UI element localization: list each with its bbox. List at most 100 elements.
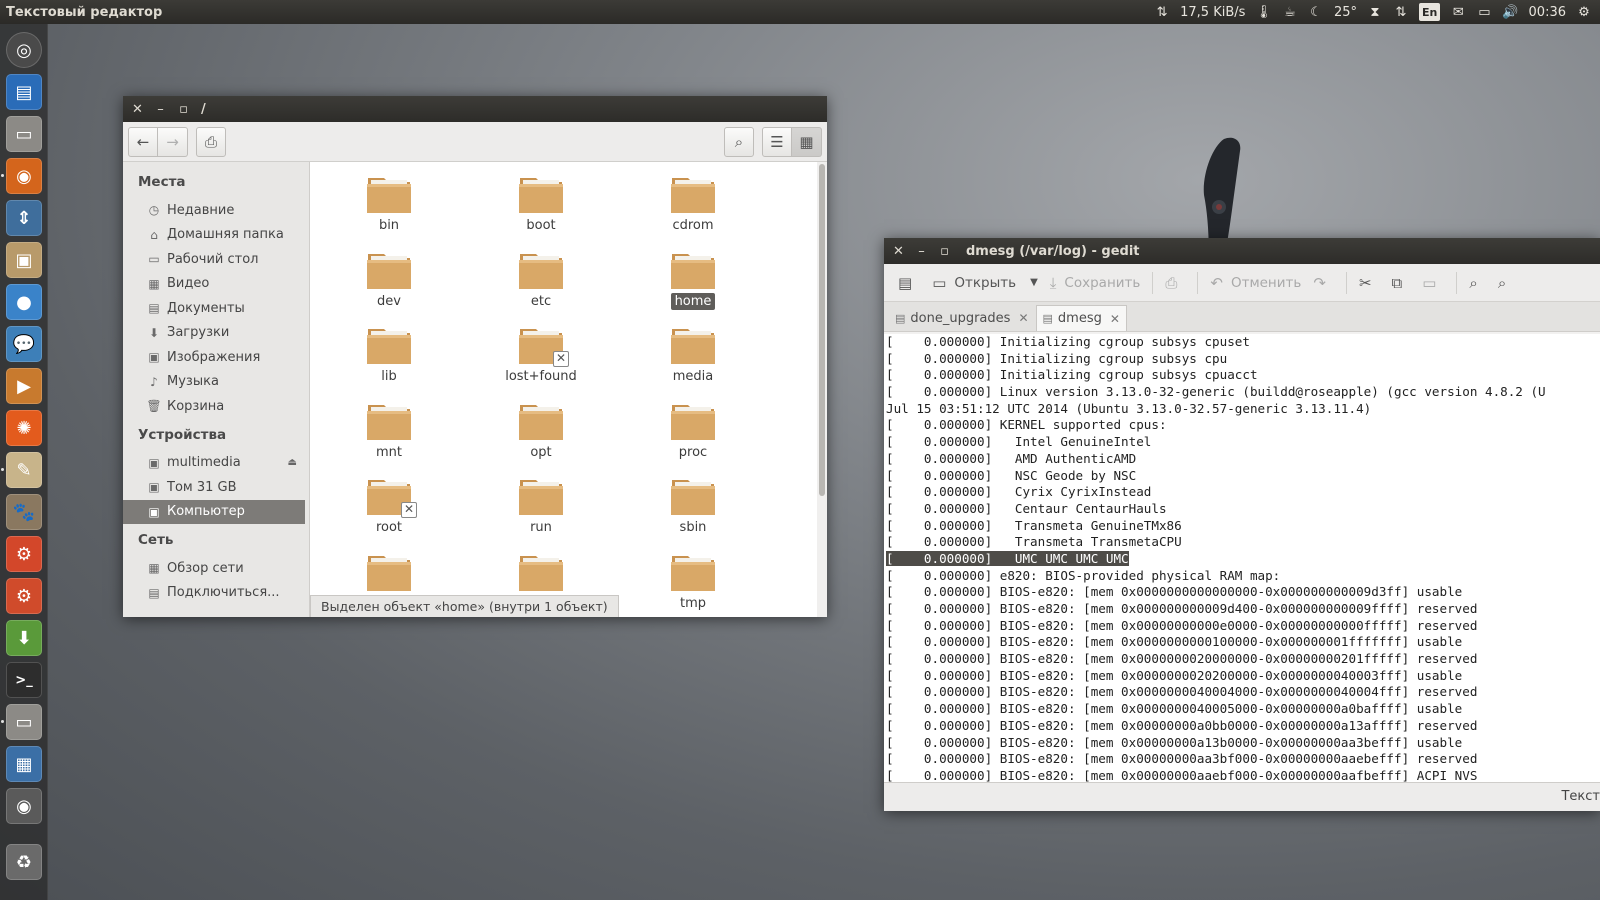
keyboard-layout-indicator[interactable]: En (1418, 3, 1441, 21)
minimize-icon[interactable]: – (149, 102, 172, 117)
disk-icon[interactable]: ◉ (6, 788, 42, 824)
folder-item[interactable]: opt (486, 393, 596, 467)
folder-item[interactable]: lib (334, 317, 444, 391)
folder-item[interactable]: mnt (334, 393, 444, 467)
close-icon[interactable]: ✕ (1018, 311, 1028, 325)
system-settings-icon[interactable]: ⚙ (6, 536, 42, 572)
maximize-icon[interactable]: ▫ (172, 102, 195, 117)
tab-done-upgrades[interactable]: ▤ done_upgrades ✕ (888, 305, 1036, 331)
folder-item[interactable]: dev (334, 242, 444, 316)
list-view-button[interactable]: ☰ (762, 126, 792, 157)
maximize-icon[interactable]: ▫ (933, 244, 956, 259)
folder-item[interactable]: cdrom (638, 166, 748, 240)
save-button[interactable]: ⤓ Сохранить (1044, 268, 1147, 298)
sidebar-item-desktop[interactable]: ▭ Рабочий стол (123, 247, 309, 272)
find-replace-button[interactable]: ⌕ (1492, 268, 1520, 298)
sidebar-item-trash[interactable]: 🗑 Корзина (123, 394, 309, 419)
folder-item[interactable]: etc (486, 242, 596, 316)
sidebar-item-computer[interactable]: ▣ Компьютер (123, 499, 305, 524)
workspaces-icon[interactable]: ▦ (6, 746, 42, 782)
mail-icon[interactable]: ✉ (1450, 3, 1466, 21)
tab-dmesg[interactable]: ▤ dmesg ✕ (1035, 305, 1127, 331)
sidebar-item-music[interactable]: ♪ Музыка (123, 370, 309, 395)
settings-icon[interactable]: ⚙ (6, 578, 42, 614)
gimp-icon[interactable]: 🐾 (6, 494, 42, 530)
sidebar-item-downloads[interactable]: ⬇ Загрузки (123, 321, 309, 346)
text-editor-icon[interactable]: ✎ (6, 452, 42, 488)
terminal-icon[interactable]: >_ (6, 662, 42, 698)
volume-icon[interactable]: 🔊 (1502, 3, 1518, 21)
redo-button[interactable]: ↷ (1307, 268, 1340, 298)
sidebar-item-pictures[interactable]: ▣ Изображения (123, 345, 309, 370)
sidebar-item-videos[interactable]: ▦ Видео (123, 272, 309, 297)
clock[interactable]: 00:36 (1529, 3, 1566, 21)
location-root-button[interactable]: ⎙ (196, 126, 226, 157)
sidebar-item-multimedia[interactable]: ▣ multimedia ⏏ (123, 451, 309, 476)
moon-weather-icon[interactable]: ☾ (1308, 3, 1324, 21)
clock-icon: ◷ (148, 203, 160, 218)
find-button[interactable]: ⌕ (1463, 268, 1491, 298)
media-player-icon[interactable]: ▶ (6, 368, 42, 404)
dash-home-icon[interactable]: ◎ (6, 32, 42, 68)
paste-button[interactable]: ▭ (1416, 268, 1450, 298)
compass-icon[interactable]: ✺ (6, 410, 42, 446)
print-button[interactable]: ⎙ (1159, 268, 1191, 298)
network-transfer-icon[interactable]: ⇅ (1154, 3, 1170, 21)
eject-icon[interactable]: ⏏ (288, 457, 297, 468)
gear-icon[interactable]: ⚙ (1576, 3, 1592, 21)
chevron-down-icon[interactable]: ▼ (1030, 277, 1038, 288)
trash-icon[interactable]: ♻ (6, 844, 42, 880)
document-icon: ▤ (1042, 312, 1053, 325)
undo-icon: ↶ (1210, 273, 1223, 292)
folder-item[interactable]: ✕ root (334, 468, 444, 542)
sidebar-item-home[interactable]: ⌂ Домашняя папка (123, 223, 309, 248)
caffeine-icon[interactable]: ☕ (1282, 3, 1298, 21)
hourglass-icon[interactable]: ⧗ (1367, 3, 1383, 21)
folder-item[interactable]: boot (486, 166, 596, 240)
copy-button[interactable]: ⧉ (1386, 268, 1417, 298)
image-viewer-icon[interactable]: ▣ (6, 242, 42, 278)
sidebar-item-volume[interactable]: ▣ Том 31 GB (123, 475, 309, 500)
grid-view-button[interactable]: ▦ (792, 126, 822, 157)
firefox-icon[interactable]: ◉ (6, 158, 42, 194)
folder-item[interactable]: home (638, 242, 748, 316)
open-button[interactable]: ▭ Открыть ▼ (926, 268, 1044, 298)
messaging-icon[interactable]: ● (6, 284, 42, 320)
close-icon[interactable]: ✕ (887, 244, 910, 259)
network-icon[interactable]: ⇅ (1393, 3, 1409, 21)
software-install-icon[interactable]: ⬇ (6, 620, 42, 656)
update-manager-icon[interactable]: ⇕ (6, 200, 42, 236)
files-icon[interactable]: ▭ (6, 116, 42, 152)
folder-item[interactable]: sbin (638, 468, 748, 542)
chat-icon[interactable]: 💬 (6, 326, 42, 362)
folder-item[interactable]: media (638, 317, 748, 391)
folder-item[interactable]: tmp (638, 544, 748, 618)
sidebar-item-documents[interactable]: ▤ Документы (123, 296, 309, 321)
net-speed-label[interactable]: 17,5 KiB/s (1180, 3, 1245, 21)
close-icon[interactable]: ✕ (1110, 312, 1120, 326)
fm-scrollbar-thumb[interactable] (819, 164, 825, 496)
libreoffice-writer-icon[interactable]: ▤ (6, 74, 42, 110)
forward-button[interactable]: → (158, 126, 188, 157)
folder-item[interactable]: bin (334, 166, 444, 240)
back-button[interactable]: ← (128, 126, 158, 157)
new-document-button[interactable]: ▤ (892, 268, 926, 298)
sidebar-item-connect-server[interactable]: ▤ Подключиться... (123, 581, 309, 606)
undo-button[interactable]: ↶ Отменить (1204, 268, 1307, 298)
thermometer-icon[interactable]: 🌡 (1255, 3, 1272, 21)
folder-item[interactable]: run (486, 468, 596, 542)
files-2-icon[interactable]: ▭ (6, 704, 42, 740)
sidebar-item-browse-network[interactable]: ▦ Обзор сети (123, 556, 309, 581)
weather-temp[interactable]: 25° (1334, 3, 1357, 21)
search-button[interactable]: ⌕ (724, 126, 754, 157)
folder-item[interactable]: proc (638, 393, 748, 467)
language-selector[interactable]: Текст (1561, 789, 1600, 804)
battery-icon[interactable]: ▭ (1476, 3, 1492, 21)
minimize-icon[interactable]: – (910, 244, 933, 259)
cut-button[interactable]: ✂ (1353, 268, 1386, 298)
close-icon[interactable]: ✕ (126, 102, 149, 117)
sidebar-item-recent[interactable]: ◷ Недавние (123, 198, 309, 223)
fm-scrollbar[interactable] (817, 162, 827, 617)
folder-item[interactable]: ✕ lost+found (486, 317, 596, 391)
editor-text-area[interactable]: [ 0.000000] Initializing cgroup subsys c… (884, 334, 1600, 782)
